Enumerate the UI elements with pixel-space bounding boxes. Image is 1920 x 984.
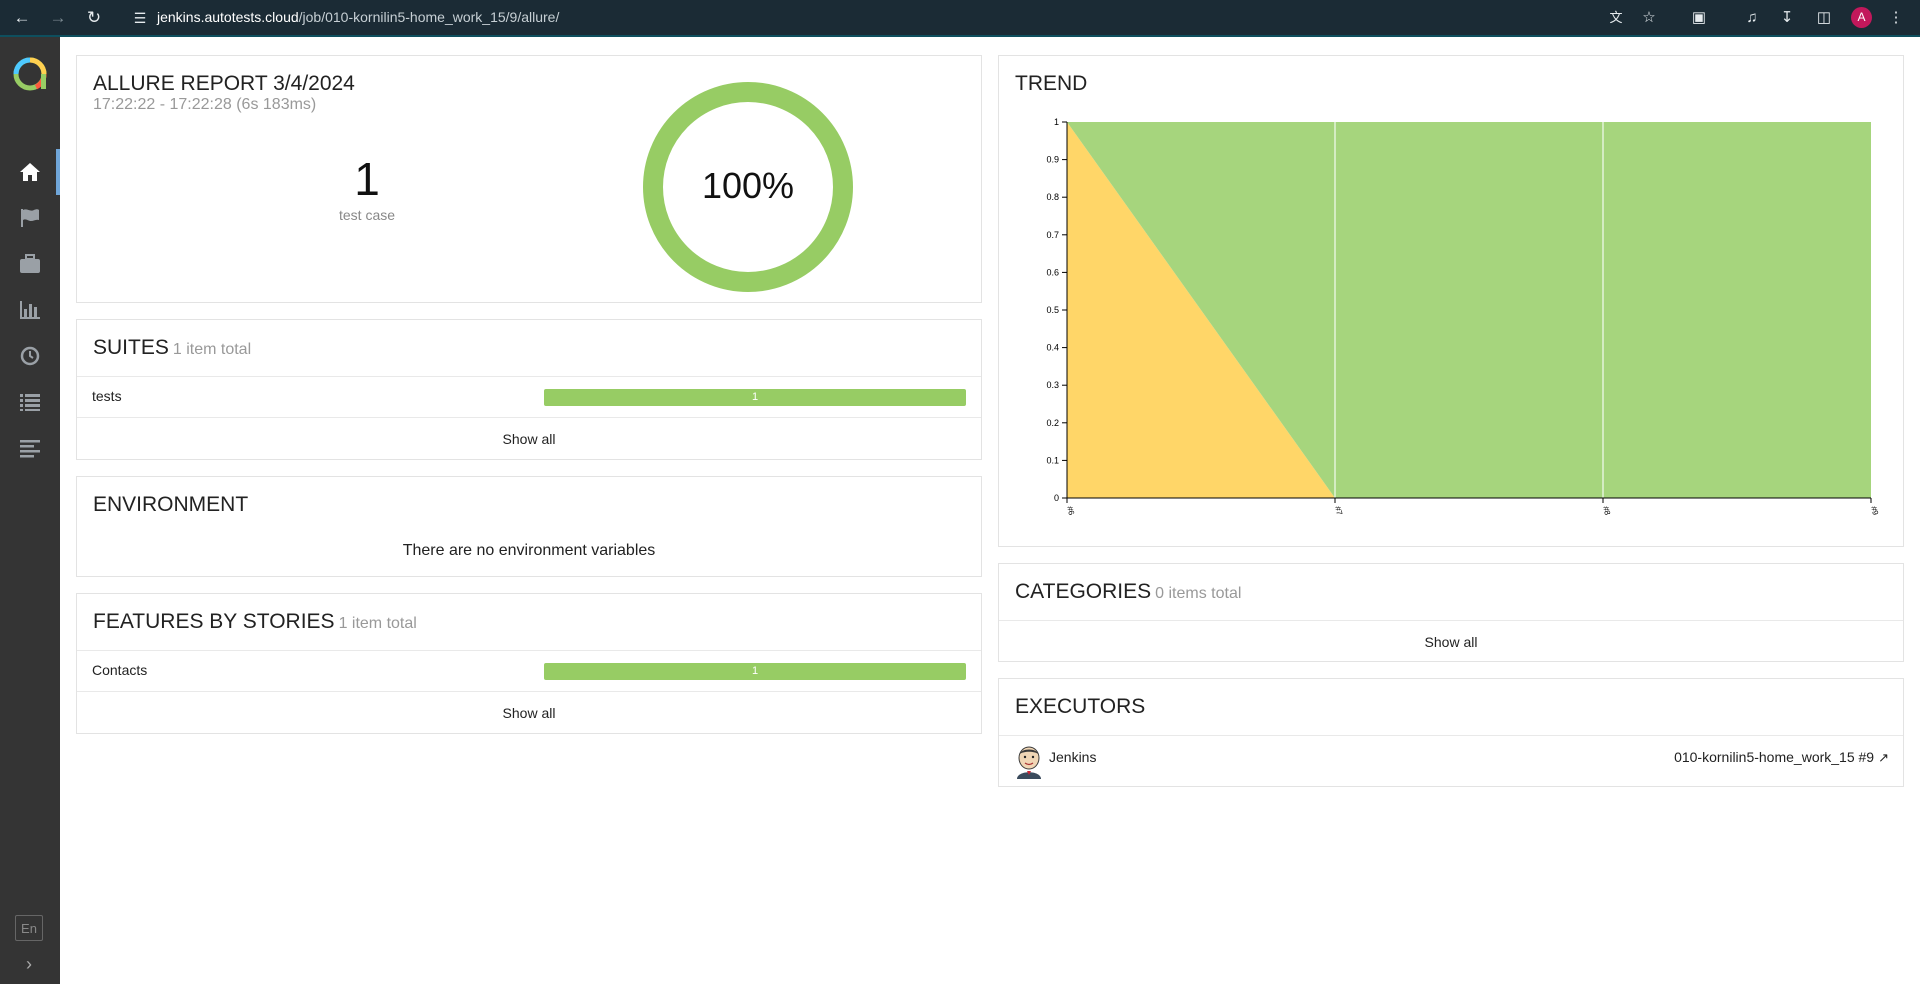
test-case-count: 1 (354, 153, 380, 205)
media-control-icon[interactable]: ♫ (1740, 6, 1764, 30)
executor-name: Jenkins (1049, 749, 1097, 765)
trend-y-tick-label: 0.1 (1046, 455, 1059, 465)
forward-icon[interactable]: → (46, 6, 70, 30)
pass-rate-donut: 100% (643, 82, 853, 292)
trend-y-tick-label: 0.2 (1046, 418, 1059, 428)
bookmark-star-icon[interactable]: ☆ (1637, 6, 1661, 30)
bar-chart-icon (20, 301, 40, 319)
back-icon[interactable]: ← (10, 6, 34, 30)
language-button[interactable]: En (15, 915, 43, 941)
features-show-all-button[interactable]: Show all (77, 691, 981, 733)
side-panel-icon[interactable]: ◫ (1812, 6, 1836, 30)
executor-build-link[interactable]: 010-kornilin5-home_work_15 #9 ↗ (1674, 749, 1889, 766)
trend-x-tick-label: #9 (1869, 505, 1880, 516)
features-widget: FEATURES BY STORIES 1 item total Contacts… (76, 593, 982, 734)
list-icon (20, 394, 40, 411)
test-case-label: test case (338, 207, 396, 223)
suite-name: tests (92, 388, 122, 404)
summary-widget: ALLURE REPORT 3/4/2024 17:22:22 - 17:22:… (76, 55, 982, 303)
sidebar-item-overview[interactable] (0, 149, 60, 195)
executor-row[interactable]: Jenkins 010-kornilin5-home_work_15 #9 ↗ (999, 735, 1903, 787)
trend-x-tick-label: #8 (1601, 505, 1612, 516)
executors-title: EXECUTORS (1015, 695, 1146, 718)
environment-widget: ENVIRONMENT There are no environment var… (76, 476, 982, 577)
extensions-icon[interactable]: ▣ (1687, 6, 1711, 30)
trend-y-tick-label: 0 (1054, 493, 1059, 503)
chevron-right-icon[interactable]: › (17, 952, 41, 976)
environment-empty-message: There are no environment variables (402, 542, 656, 559)
trend-x-tick-label: #7 (1333, 505, 1344, 516)
trend-chart: 0 0.1 0.2 0.3 0.4 0.5 0.6 0.7 0.8 0.9 1 #6 #7 #8 #9 (1046, 117, 1880, 517)
suites-title: SUITES 1 item total (93, 336, 252, 359)
trend-y-tick-label: 1 (1054, 117, 1059, 127)
home-icon (20, 163, 40, 181)
flag-icon (21, 209, 39, 227)
sidebar-item-timeline[interactable] (0, 333, 60, 379)
translate-icon[interactable]: 文 (1604, 6, 1628, 30)
trend-x-tick-label: #6 (1065, 505, 1076, 516)
feature-passed-bar[interactable]: 1 (544, 663, 966, 680)
sidebar-item-graphs[interactable] (0, 287, 60, 333)
timeline-icon (20, 440, 40, 458)
categories-widget: CATEGORIES 0 items total Show all (998, 563, 1904, 662)
trend-y-tick-label: 0.7 (1046, 230, 1059, 240)
allure-logo[interactable] (12, 56, 48, 92)
suites-show-all-button[interactable]: Show all (77, 417, 981, 459)
environment-title: ENVIRONMENT (93, 493, 249, 516)
trend-y-tick-label: 0.9 (1046, 155, 1059, 165)
trend-widget: TREND 0 0.1 0.2 0.3 0.4 0.5 0.6 0.7 0.8 0.9 1 #6 #7 #… (998, 55, 1904, 547)
browser-toolbar: ← → ↻ ☰ jenkins.autotests.cloud/job/010-… (0, 0, 1920, 37)
clock-icon (20, 346, 40, 366)
sidebar-item-packages[interactable] (0, 425, 60, 471)
trend-y-tick-label: 0.3 (1046, 380, 1059, 390)
jenkins-avatar-icon (1017, 746, 1041, 779)
sidebar-item-behaviors[interactable] (0, 379, 60, 425)
feature-name: Contacts (92, 662, 148, 678)
report-title: ALLURE REPORT 3/4/2024 (93, 72, 355, 95)
suite-row[interactable]: tests 1 (77, 376, 981, 417)
download-icon[interactable]: ↧ (1775, 6, 1799, 30)
profile-avatar[interactable]: A (1851, 7, 1872, 28)
trend-y-tick-label: 0.8 (1046, 192, 1059, 202)
sidebar-item-suites[interactable] (0, 241, 60, 287)
trend-y-tick-label: 0.5 (1046, 305, 1059, 315)
briefcase-icon (20, 254, 40, 273)
categories-show-all-button[interactable]: Show all (999, 620, 1903, 662)
menu-kebab-icon[interactable]: ⋮ (1884, 6, 1908, 30)
reload-icon[interactable]: ↻ (82, 6, 106, 30)
trend-y-tick-label: 0.4 (1046, 343, 1059, 353)
external-link-icon: ↗ (1878, 750, 1889, 765)
site-info-icon[interactable]: ☰ (128, 6, 152, 30)
sidebar-item-categories[interactable] (0, 195, 60, 241)
features-title: FEATURES BY STORIES 1 item total (93, 610, 417, 633)
report-time-range: 17:22:22 - 17:22:28 (6s 183ms) (93, 96, 317, 113)
trend-y-tick-label: 0.6 (1046, 267, 1059, 277)
suites-widget: SUITES 1 item total tests 1 Show all (76, 319, 982, 460)
suite-passed-bar[interactable]: 1 (544, 389, 966, 406)
pass-rate-label: 100% (702, 165, 794, 206)
executors-widget: EXECUTORS Jenkins 010-kornilin5-home_wor… (998, 678, 1904, 787)
sidebar: En › (0, 37, 60, 984)
categories-title: CATEGORIES 0 items total (1015, 580, 1242, 603)
feature-row[interactable]: Contacts 1 (77, 650, 981, 691)
address-bar-text[interactable]: jenkins.autotests.cloud/job/010-kornilin… (157, 9, 559, 25)
